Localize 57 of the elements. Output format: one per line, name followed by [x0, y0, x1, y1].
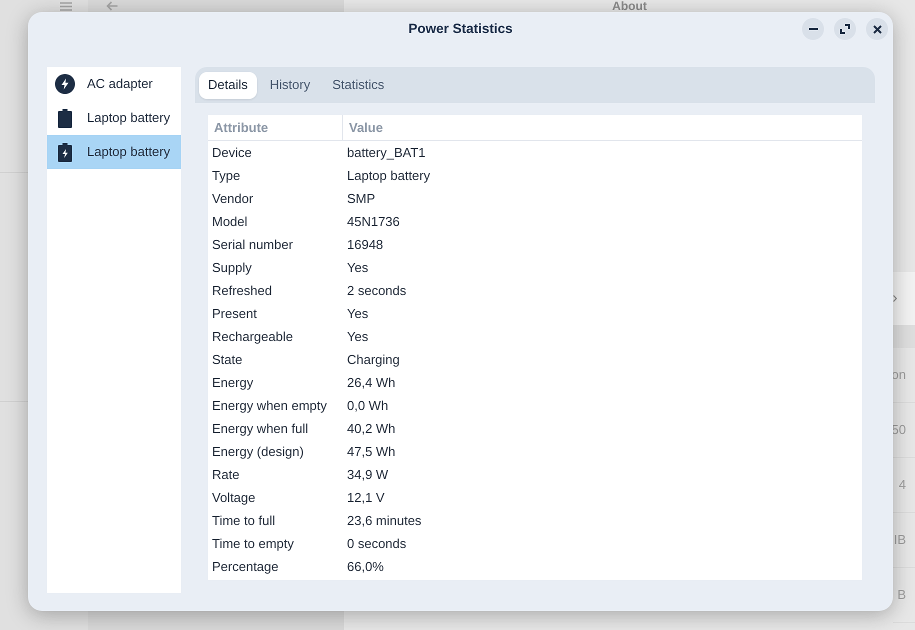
table-cell-text: Rate — [211, 466, 240, 484]
table-cell-text: Refreshed — [211, 282, 273, 300]
table-cell-text: 34,9 W — [346, 466, 388, 484]
table-cell-text: Yes — [346, 328, 368, 346]
sidebar-item[interactable]: Laptop battery — [47, 135, 181, 169]
table-cell-text: Energy when full — [211, 420, 310, 438]
battery-charging-icon — [58, 142, 72, 162]
window-title: Power Statistics — [408, 20, 513, 38]
table-cell-text: IB — [894, 531, 906, 550]
table-cell-text: B — [897, 586, 906, 604]
table-cell-text: 4 — [898, 476, 906, 494]
table-cell-text: Energy — [211, 374, 254, 392]
table-cell-text: 23,6 minutes — [346, 512, 422, 530]
table-cell-text: 40,2 Wh — [346, 420, 396, 438]
close-button[interactable] — [866, 18, 888, 40]
chevron-right-icon — [893, 295, 897, 302]
table-cell-text: battery_BAT1 — [346, 144, 426, 162]
minimize-button[interactable] — [802, 18, 824, 40]
table-cell-text: Yes — [346, 304, 368, 323]
window-title: About — [612, 0, 647, 12]
table-cell-text: Serial number — [211, 236, 294, 254]
table-cell-text: 45N1736 — [346, 212, 400, 231]
table-cell-text: Type — [211, 166, 242, 185]
table-cell-text: Vendor — [211, 190, 254, 208]
table-cell-text: Model — [211, 212, 248, 231]
table-cell-text: Charging — [346, 350, 400, 369]
table-cell-text: Laptop battery — [346, 166, 430, 185]
lightning-circle-icon — [55, 74, 75, 94]
table-cell-text: Yes — [346, 258, 368, 277]
table-cell-text: Present — [211, 304, 258, 323]
table-cell-text: Device — [211, 144, 253, 162]
expand-icon — [840, 24, 850, 34]
table-cell-text: 12,1 V — [346, 488, 385, 507]
table-cell-text: 26,4 Wh — [346, 374, 396, 392]
table-cell-text: Rechargeable — [211, 328, 294, 346]
table-cell-text: 0 seconds — [346, 534, 406, 553]
minimize-icon — [808, 28, 818, 30]
tab[interactable]: Details — [199, 72, 257, 98]
table-cell-text: Time to full — [211, 512, 276, 530]
table-cell-text: 66,0% — [346, 558, 384, 576]
close-icon — [872, 24, 882, 34]
tab[interactable]: History — [260, 72, 320, 98]
table-cell-text: State — [211, 350, 244, 369]
table-cell-text: 2 seconds — [346, 282, 406, 300]
table-cell-text: Time to empty — [211, 534, 295, 553]
tab[interactable]: Statistics — [323, 72, 394, 98]
table-cell-text: Energy when empty — [211, 396, 328, 415]
battery-icon — [58, 108, 72, 128]
table-cell-text: Supply — [211, 258, 253, 277]
table-cell-text: Percentage — [211, 558, 280, 576]
table-cell-text: 16948 — [346, 236, 384, 254]
table-cell-text: Energy (design) — [211, 442, 305, 461]
table-cell-text: 47,5 Wh — [346, 442, 396, 461]
maximize-button[interactable] — [834, 18, 856, 40]
table-cell-text: Voltage — [211, 488, 256, 507]
table-cell-text: 0,0 Wh — [346, 396, 388, 415]
table-cell-text: SMP — [346, 190, 376, 208]
